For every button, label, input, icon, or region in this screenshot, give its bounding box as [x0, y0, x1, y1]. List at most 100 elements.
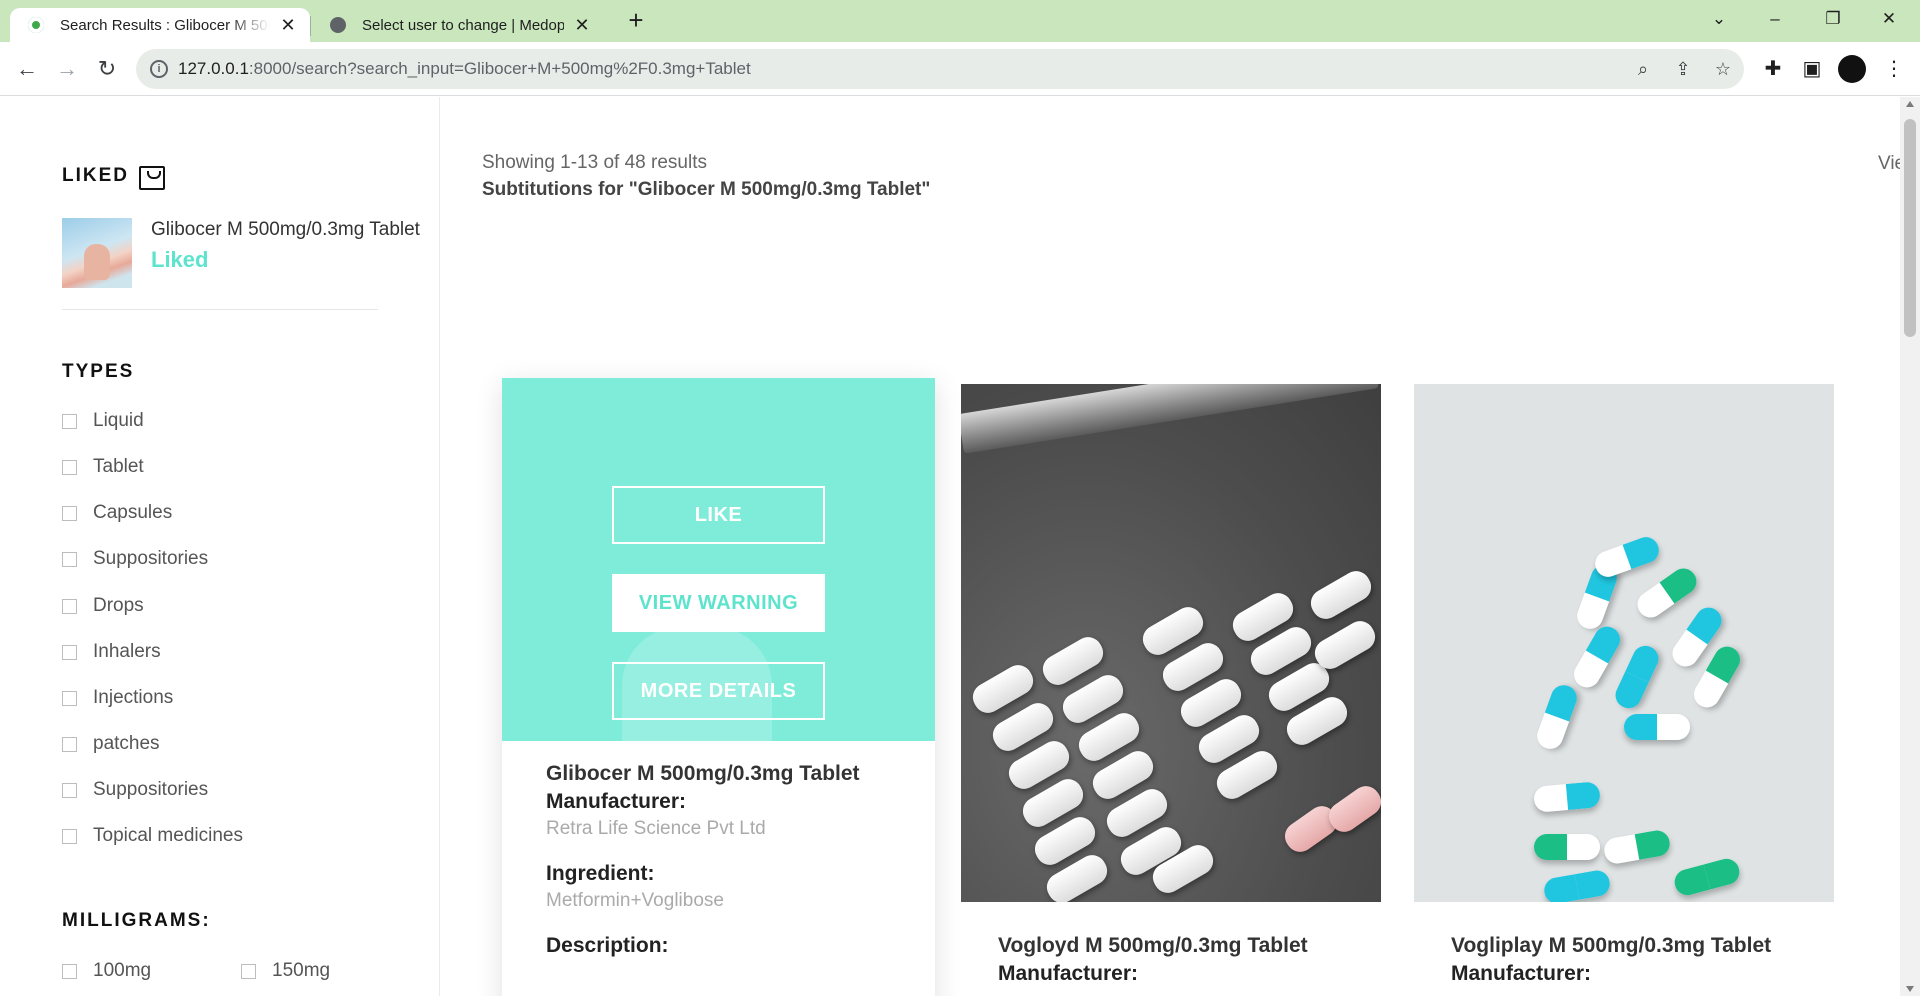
filter-label: Topical medicines — [93, 825, 243, 846]
liked-item-name[interactable]: Glibocer M 500mg/0.3mg Tablet — [151, 219, 420, 241]
capsule-graphic — [1632, 563, 1702, 623]
share-icon[interactable]: ⇪ — [1672, 58, 1694, 80]
type-filter-topical[interactable]: Topical medicines — [62, 824, 243, 848]
forward-arrow-icon[interactable]: → — [51, 53, 83, 85]
product-info: Vogloyd M 500mg/0.3mg Tablet Manufacture… — [998, 934, 1308, 986]
page-content: LIKED Glibocer M 500mg/0.3mg Tablet Like… — [0, 97, 1900, 996]
back-arrow-icon[interactable]: ← — [11, 53, 43, 85]
manufacturer-label: Manufacturer: — [546, 790, 687, 813]
scrollbar-thumb[interactable] — [1904, 119, 1916, 337]
type-filter-liquid[interactable]: Liquid — [62, 409, 144, 433]
address-bar[interactable]: i 127.0.0.1:8000/search?search_input=Gli… — [136, 49, 1744, 89]
filter-label: Capsules — [93, 502, 173, 523]
globe-favicon-icon — [330, 17, 346, 33]
product-card[interactable]: LIKE VIEW WARNING MORE DETAILS Glibocer … — [502, 378, 935, 996]
capsule-graphic — [1591, 533, 1663, 581]
window-close-icon[interactable]: ✕ — [1866, 0, 1912, 38]
tab-close-icon[interactable]: ✕ — [570, 13, 594, 37]
checkbox[interactable] — [62, 963, 77, 979]
profile-avatar[interactable] — [1838, 55, 1866, 83]
type-filter-suppositories-2[interactable]: Suppositories — [62, 778, 208, 802]
browser-tab-inactive[interactable]: Select user to change | Medopt Admin ✕ — [312, 8, 604, 42]
mg-filter-150[interactable]: 150mg — [241, 959, 330, 983]
url-host: 127.0.0.1 — [178, 59, 249, 78]
product-name[interactable]: Vogloyd M 500mg/0.3mg Tablet — [998, 934, 1308, 958]
capsule-graphic — [1671, 855, 1743, 899]
product-hover-overlay: LIKE VIEW WARNING MORE DETAILS — [502, 378, 935, 741]
browser-menu-icon[interactable]: ⋮ — [1880, 55, 1908, 83]
filter-label: Suppositories — [93, 779, 209, 800]
filter-label: 100mg — [93, 960, 152, 981]
product-image-capsules[interactable] — [1414, 384, 1834, 902]
new-tab-plus-icon[interactable]: + — [622, 6, 650, 34]
checkbox[interactable] — [62, 736, 77, 752]
product-name[interactable]: Glibocer M 500mg/0.3mg Tablet — [546, 762, 860, 786]
type-filter-inhalers[interactable]: Inhalers — [62, 640, 161, 664]
type-filter-drops[interactable]: Drops — [62, 594, 144, 618]
view-toggle-label[interactable]: Vie — [1878, 153, 1900, 175]
filter-label: Liquid — [93, 410, 144, 431]
site-info-icon[interactable]: i — [150, 60, 168, 78]
checkbox[interactable] — [62, 459, 77, 475]
reload-icon[interactable]: ↻ — [91, 53, 123, 85]
browser-tab-strip: Search Results : Glibocer M 500mg/0.3mg … — [0, 0, 1920, 42]
type-filter-tablet[interactable]: Tablet — [62, 455, 144, 479]
checkbox[interactable] — [62, 598, 77, 614]
url-path: :8000/search?search_input=Glibocer+M+500… — [248, 59, 751, 78]
bookmark-star-icon[interactable]: ☆ — [1712, 58, 1734, 80]
page-scrollbar[interactable] — [1900, 97, 1920, 996]
capsule-graphic — [1533, 681, 1581, 753]
minimize-icon[interactable]: – — [1752, 0, 1798, 38]
type-filter-patches[interactable]: patches — [62, 732, 160, 756]
browser-tab-active[interactable]: Search Results : Glibocer M 500mg/0.3mg … — [10, 8, 310, 42]
sidebar-divider — [62, 309, 378, 310]
checkbox[interactable] — [62, 644, 77, 660]
type-filter-suppositories[interactable]: Suppositories — [62, 547, 208, 571]
view-warning-button[interactable]: VIEW WARNING — [612, 574, 825, 632]
product-name[interactable]: Vogliplay M 500mg/0.3mg Tablet — [1451, 934, 1771, 958]
capsule-graphic — [1569, 621, 1625, 693]
scroll-down-arrow-icon[interactable] — [1906, 986, 1914, 992]
tab-close-icon[interactable]: ✕ — [276, 13, 300, 37]
tweezers-graphic — [961, 384, 1379, 454]
type-filter-capsules[interactable]: Capsules — [62, 501, 172, 525]
checkbox[interactable] — [62, 551, 77, 567]
checkbox[interactable] — [62, 690, 77, 706]
filter-label: Suppositories — [93, 548, 209, 569]
checkbox[interactable] — [62, 505, 77, 521]
product-card[interactable]: Vogloyd M 500mg/0.3mg Tablet Manufacture… — [961, 378, 1381, 996]
like-button[interactable]: LIKE — [612, 486, 825, 544]
results-count: Showing 1-13 of 48 results — [482, 152, 707, 173]
restore-icon[interactable]: ❐ — [1810, 0, 1856, 38]
more-details-button[interactable]: MORE DETAILS — [612, 662, 825, 720]
results-subtitle: Subtitutions for "Glibocer M 500mg/0.3mg… — [482, 179, 931, 200]
address-url[interactable]: 127.0.0.1:8000/search?search_input=Glibo… — [178, 49, 751, 89]
liked-item-thumbnail[interactable] — [62, 218, 132, 288]
extensions-puzzle-icon[interactable]: ✚ — [1759, 55, 1787, 83]
side-panel-icon[interactable]: ▣ — [1798, 55, 1826, 83]
tab-search-chevron-icon[interactable]: ⌄ — [1696, 0, 1742, 38]
liked-item-status: Liked — [151, 247, 209, 272]
checkbox[interactable] — [62, 413, 77, 429]
zoom-icon[interactable]: ⌕ — [1632, 58, 1654, 80]
types-heading: TYPES — [62, 361, 135, 382]
capsule-graphic — [1602, 828, 1672, 866]
type-filter-injections[interactable]: Injections — [62, 686, 173, 710]
product-card[interactable]: Vogliplay M 500mg/0.3mg Tablet Manufactu… — [1414, 378, 1834, 996]
checkbox[interactable] — [241, 963, 256, 979]
browser-toolbar: ← → ↻ i 127.0.0.1:8000/search?search_inp… — [0, 42, 1920, 96]
checkbox[interactable] — [62, 828, 77, 844]
filter-label: Tablet — [93, 456, 144, 477]
mg-filter-100[interactable]: 100mg — [62, 959, 151, 983]
filter-label: Injections — [93, 687, 174, 708]
filter-sidebar: LIKED Glibocer M 500mg/0.3mg Tablet Like… — [0, 97, 440, 996]
scroll-up-arrow-icon[interactable] — [1906, 101, 1914, 107]
capsule-graphic — [1534, 834, 1600, 860]
product-info: Vogliplay M 500mg/0.3mg Tablet Manufactu… — [1451, 934, 1771, 986]
pill-graphic — [1309, 616, 1381, 674]
product-image-white-pills[interactable] — [961, 384, 1381, 902]
checkbox[interactable] — [62, 782, 77, 798]
milligrams-heading: MILLIGRAMS: — [62, 910, 211, 931]
results-area: Showing 1-13 of 48 results Subtitutions … — [441, 97, 1900, 996]
shopping-bag-icon[interactable] — [139, 166, 165, 190]
